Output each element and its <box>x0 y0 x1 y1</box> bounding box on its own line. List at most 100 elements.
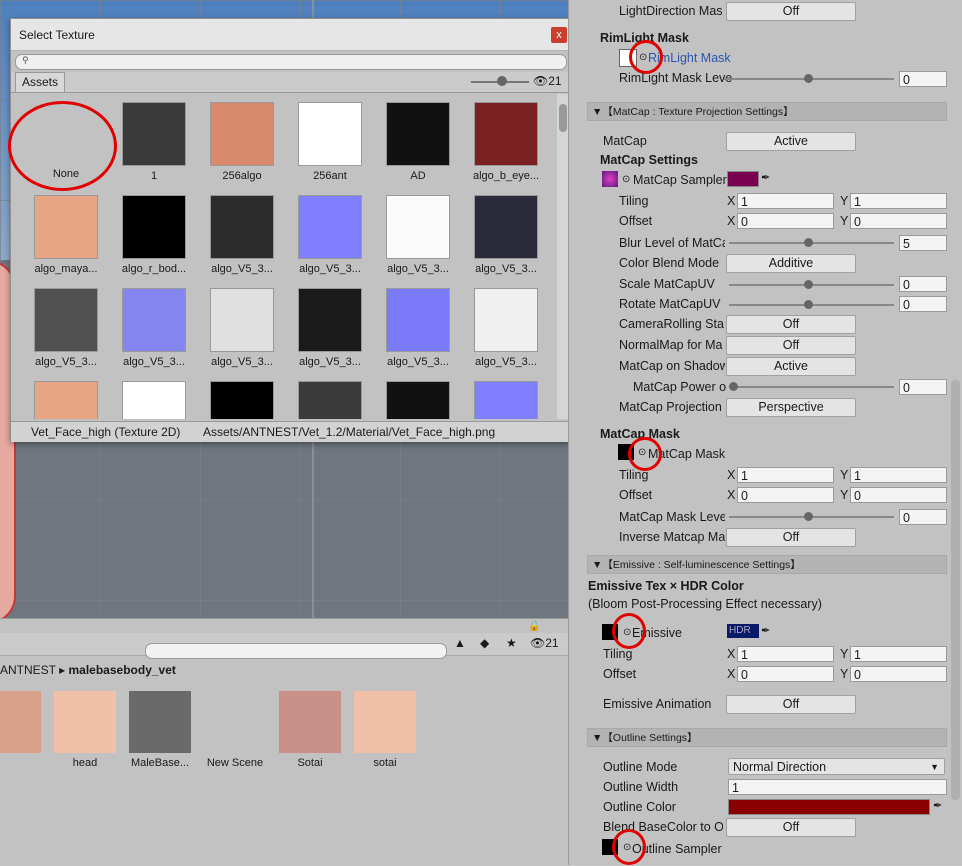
texture-item[interactable] <box>373 381 463 419</box>
mask-offset-y-field[interactable]: 0 <box>850 487 947 503</box>
picker-icon[interactable]: ⊙ <box>622 174 630 185</box>
matcap-shadow-button[interactable]: Active <box>726 357 856 376</box>
close-button[interactable]: x <box>551 27 567 43</box>
tab-assets[interactable]: Assets <box>15 72 66 92</box>
project-asset[interactable]: sotai <box>345 691 425 769</box>
mask-tiling-y-field[interactable]: 1 <box>850 467 947 483</box>
texture-item[interactable]: algo_V5_3... <box>109 288 199 368</box>
scale-matcap-field[interactable]: 0 <box>899 276 947 292</box>
matcap-tiling-x-field[interactable]: 1 <box>737 193 834 209</box>
slider-knob[interactable] <box>729 382 738 391</box>
normalmap-button[interactable]: Off <box>726 336 856 355</box>
matcap-toggle-button[interactable]: Active <box>726 132 856 151</box>
project-asset[interactable]: Sotai <box>270 691 350 769</box>
label-icon[interactable]: ◆ <box>480 636 489 650</box>
texture-item[interactable]: algo_V5_3... <box>373 195 463 275</box>
slider-knob[interactable] <box>804 300 813 309</box>
eyedropper-icon[interactable]: ✒ <box>761 171 770 184</box>
emissive-offset-y-field[interactable]: 0 <box>850 666 947 682</box>
texture-item[interactable]: algo_V5_3... <box>461 195 551 275</box>
rotate-matcap-field[interactable]: 0 <box>899 296 947 312</box>
lock-icon[interactable]: 🔒 <box>528 621 540 632</box>
matcap-power-slider[interactable] <box>732 386 894 388</box>
emissive-animation-button[interactable]: Off <box>726 695 856 714</box>
texture-item[interactable]: algo_V5_3... <box>285 288 375 368</box>
texture-thumbnail <box>210 381 274 419</box>
matcap-offset-y-field[interactable]: 0 <box>850 213 947 229</box>
project-asset[interactable] <box>0 691 50 757</box>
texture-item[interactable]: algo_maya... <box>21 195 111 275</box>
hidden-packages-toggle[interactable]: 👁21 <box>533 74 562 88</box>
texture-item[interactable] <box>461 381 551 419</box>
blur-level-field[interactable]: 5 <box>899 235 947 251</box>
matcap-section-header[interactable]: ▼【MatCap : Texture Projection Settings】 <box>587 102 947 121</box>
project-search-input[interactable] <box>145 643 447 659</box>
scrollbar-thumb[interactable] <box>559 104 567 132</box>
color-blend-button[interactable]: Additive <box>726 254 856 273</box>
slider-knob[interactable] <box>497 76 507 86</box>
emissive-tiling-x-field[interactable]: 1 <box>737 646 834 662</box>
eyedropper-icon[interactable]: ✒ <box>761 624 770 637</box>
texture-item[interactable]: algo_V5_3... <box>373 288 463 368</box>
outline-mode-dropdown[interactable]: Normal Direction ▼ <box>728 758 945 775</box>
project-asset[interactable]: MaleBase... <box>120 691 200 769</box>
matcap-tiling-y-field[interactable]: 1 <box>850 193 947 209</box>
texture-item[interactable]: algo_r_bod... <box>109 195 199 275</box>
mask-offset-x-field[interactable]: 0 <box>737 487 834 503</box>
tiling-label: Tiling <box>619 194 649 208</box>
texture-item[interactable]: 256algo <box>197 102 287 182</box>
hidden-toggle[interactable]: 👁21 <box>530 636 559 650</box>
breadcrumb-leaf[interactable]: malebasebody_vet <box>69 663 176 677</box>
matcap-offset-x-field[interactable]: 0 <box>737 213 834 229</box>
texture-item[interactable]: 256ant <box>285 102 375 182</box>
filter-type-icon[interactable]: ▲ <box>454 636 466 650</box>
inverse-matcap-button[interactable]: Off <box>726 528 856 547</box>
outline-mode-label: Outline Mode <box>603 760 678 774</box>
outline-section-header[interactable]: ▼【Outline Settings】 <box>587 728 947 747</box>
texture-item[interactable] <box>197 381 287 419</box>
texture-item[interactable] <box>285 381 375 419</box>
project-asset[interactable]: head <box>45 691 125 769</box>
texture-item[interactable]: algo_V5_3... <box>285 195 375 275</box>
rimlight-level-field[interactable]: 0 <box>899 71 947 87</box>
mask-tiling-x-field[interactable]: 1 <box>737 467 834 483</box>
texture-item[interactable] <box>21 381 111 419</box>
inspector-scrollbar[interactable] <box>951 380 960 800</box>
texture-item[interactable]: AD <box>373 102 463 182</box>
blend-basecolor-button[interactable]: Off <box>726 818 856 837</box>
texture-item[interactable]: algo_V5_3... <box>461 288 551 368</box>
texture-item[interactable]: algo_V5_3... <box>197 195 287 275</box>
emissive-tiling-y-field[interactable]: 1 <box>850 646 947 662</box>
slider-knob[interactable] <box>804 74 813 83</box>
texture-search-input[interactable]: ⚲ <box>15 54 567 70</box>
chevron-down-icon: ▼ <box>930 762 939 772</box>
slider-knob[interactable] <box>804 280 813 289</box>
mask-level-field[interactable]: 0 <box>899 509 947 525</box>
texture-item[interactable]: algo_b_eye... <box>461 102 551 182</box>
eyedropper-icon[interactable]: ✒ <box>933 799 942 812</box>
slider-knob[interactable] <box>804 238 813 247</box>
matcap-color-swatch[interactable] <box>727 171 759 187</box>
annotation-circle <box>612 829 646 865</box>
texture-label: AD <box>410 170 426 182</box>
breadcrumb-root[interactable]: ANTNEST <box>0 663 56 677</box>
emissive-hdr-color[interactable]: HDR <box>727 624 759 638</box>
texture-window-titlebar[interactable]: Select Texture x <box>11 19 569 51</box>
matcap-projection-button[interactable]: Perspective <box>726 398 856 417</box>
favorite-icon[interactable]: ★ <box>506 636 517 650</box>
texture-item[interactable] <box>109 381 199 419</box>
texture-item[interactable]: algo_V5_3... <box>197 288 287 368</box>
project-asset[interactable]: New Scene <box>195 691 275 769</box>
outline-width-field[interactable]: 1 <box>728 779 947 795</box>
camera-rolling-button[interactable]: Off <box>726 315 856 334</box>
texture-label: 256algo <box>222 170 262 182</box>
matcap-sampler-texture-slot[interactable] <box>602 171 618 187</box>
texture-item[interactable]: 1 <box>109 102 199 182</box>
outline-color-swatch[interactable] <box>728 799 930 815</box>
emissive-offset-x-field[interactable]: 0 <box>737 666 834 682</box>
emissive-section-header[interactable]: ▼【Emissive : Self-luminescence Settings】 <box>587 555 947 574</box>
texture-item[interactable]: algo_V5_3... <box>21 288 111 368</box>
light-direction-button[interactable]: Off <box>726 2 856 21</box>
matcap-power-field[interactable]: 0 <box>899 379 947 395</box>
slider-knob[interactable] <box>804 512 813 521</box>
